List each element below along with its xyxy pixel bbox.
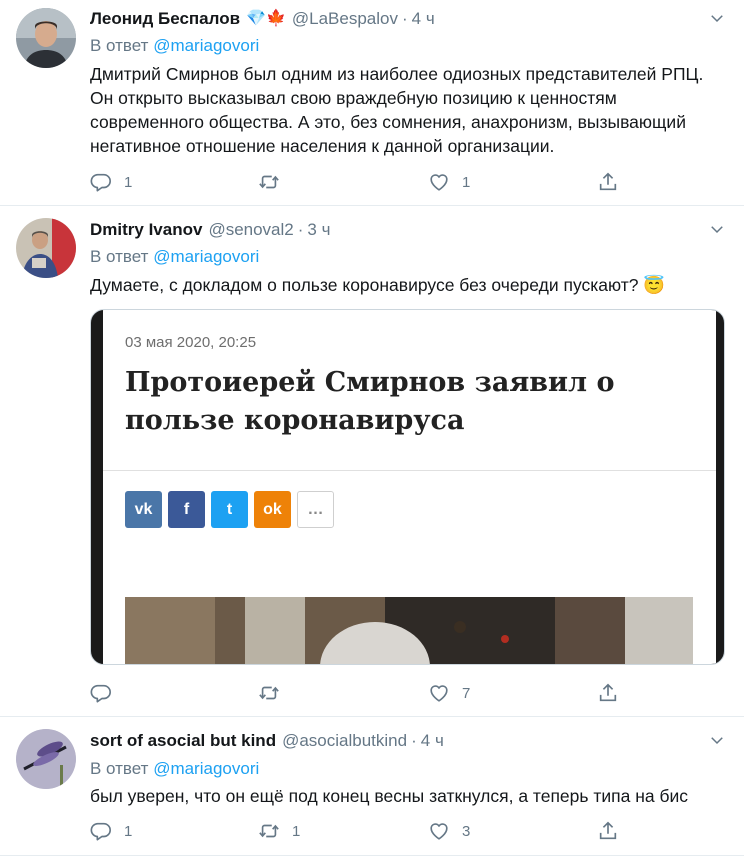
- vk-icon: vk: [125, 491, 162, 528]
- like-icon: [428, 820, 450, 842]
- tweet-header: sort of asocial but kind @asocialbutkind…: [90, 730, 444, 752]
- like-icon: [428, 171, 450, 193]
- reply-button[interactable]: 1: [90, 819, 132, 843]
- reply-prefix: В ответ: [90, 759, 149, 778]
- like-count: 1: [462, 173, 471, 191]
- reply-button[interactable]: [90, 681, 124, 705]
- divider: [0, 855, 744, 856]
- like-button[interactable]: 1: [428, 170, 470, 194]
- tweet-actions: 1 1 3: [90, 819, 730, 843]
- like-icon: [428, 682, 450, 704]
- separator: ·: [402, 9, 408, 28]
- article-date: 03 мая 2020, 20:25: [125, 334, 257, 351]
- like-count: 3: [462, 822, 471, 840]
- retweet-count: 1: [292, 822, 301, 840]
- retweet-button[interactable]: [258, 170, 292, 194]
- author-handle[interactable]: @LaBespalov: [292, 9, 398, 29]
- share-icon: [597, 682, 619, 704]
- tweet-header: Dmitry Ivanov @senoval2 · 3 ч: [90, 219, 330, 241]
- tweet-1[interactable]: Леонид Беспалов 💎🍁 @LaBespalov · 4 ч В о…: [0, 0, 744, 205]
- avatar[interactable]: [16, 729, 76, 789]
- like-button[interactable]: 7: [428, 681, 470, 705]
- author-name[interactable]: sort of asocial but kind: [90, 731, 276, 751]
- retweet-icon: [258, 820, 280, 842]
- retweet-button[interactable]: 1: [258, 819, 300, 843]
- tweet-actions: 1 1: [90, 170, 730, 194]
- article-photo: [125, 597, 693, 664]
- like-button[interactable]: 3: [428, 819, 470, 843]
- reply-icon: [90, 171, 112, 193]
- reply-icon: [90, 820, 112, 842]
- retweet-icon: [258, 171, 280, 193]
- article-title: Протоиерей Смирнов заявил о пользе корон…: [125, 367, 615, 436]
- avatar[interactable]: [16, 8, 76, 68]
- retweet-button[interactable]: [258, 681, 292, 705]
- tweet-text: был уверен, что он ещё под конец весны з…: [90, 786, 689, 806]
- retweet-icon: [258, 682, 280, 704]
- reply-context: В ответ @mariagovori: [90, 247, 259, 267]
- article-divider: [103, 470, 716, 471]
- tweet-text: Дмитрий Смирнов был одним из наиболее од…: [90, 64, 704, 156]
- chevron-down-icon[interactable]: [708, 220, 726, 238]
- reply-prefix: В ответ: [90, 36, 149, 55]
- separator: ·: [297, 220, 304, 239]
- timestamp[interactable]: 4 ч: [412, 9, 435, 29]
- article-screenshot: 03 мая 2020, 20:25 Протоиерей Смирнов за…: [103, 310, 716, 664]
- separator: ·: [411, 731, 417, 750]
- media-card[interactable]: 03 мая 2020, 20:25 Протоиерей Смирнов за…: [90, 309, 725, 665]
- tweet-3[interactable]: sort of asocial but kind @asocialbutkind…: [0, 717, 744, 860]
- reply-count: 1: [124, 822, 133, 840]
- tweet-header: Леонид Беспалов 💎🍁 @LaBespalov · 4 ч: [90, 8, 435, 30]
- reply-prefix: В ответ: [90, 247, 149, 266]
- facebook-icon: f: [168, 491, 205, 528]
- timestamp[interactable]: 3 ч: [307, 220, 330, 240]
- timestamp[interactable]: 4 ч: [421, 731, 444, 751]
- reply-context: В ответ @mariagovori: [90, 36, 259, 56]
- reply-to-link[interactable]: @mariagovori: [153, 36, 259, 55]
- share-icon: [597, 820, 619, 842]
- tweet-actions: 7: [90, 681, 730, 705]
- chevron-down-icon[interactable]: [708, 731, 726, 749]
- more-icon: …: [297, 491, 334, 528]
- reply-icon: [90, 682, 112, 704]
- like-count: 7: [462, 684, 471, 702]
- avatar[interactable]: [16, 218, 76, 278]
- reply-to-link[interactable]: @mariagovori: [153, 759, 259, 778]
- share-button[interactable]: [597, 170, 619, 194]
- share-button[interactable]: [597, 681, 619, 705]
- reply-context: В ответ @mariagovori: [90, 759, 259, 779]
- chevron-down-icon[interactable]: [708, 9, 726, 27]
- author-handle[interactable]: @senoval2: [208, 220, 293, 240]
- author-name[interactable]: Леонид Беспалов: [90, 9, 240, 29]
- author-handle[interactable]: @asocialbutkind: [282, 731, 407, 751]
- tweet-text: Думаете, с докладом о пользе коронавирус…: [90, 275, 666, 295]
- share-button[interactable]: [597, 819, 619, 843]
- share-icon: [597, 171, 619, 193]
- odnoklassniki-icon: ok: [254, 491, 291, 528]
- reply-to-link[interactable]: @mariagovori: [153, 247, 259, 266]
- author-name[interactable]: Dmitry Ivanov: [90, 220, 202, 240]
- reply-count: 1: [124, 173, 133, 191]
- reply-button[interactable]: 1: [90, 170, 132, 194]
- twitter-icon: t: [211, 491, 248, 528]
- profile-badges: 💎🍁: [246, 10, 286, 27]
